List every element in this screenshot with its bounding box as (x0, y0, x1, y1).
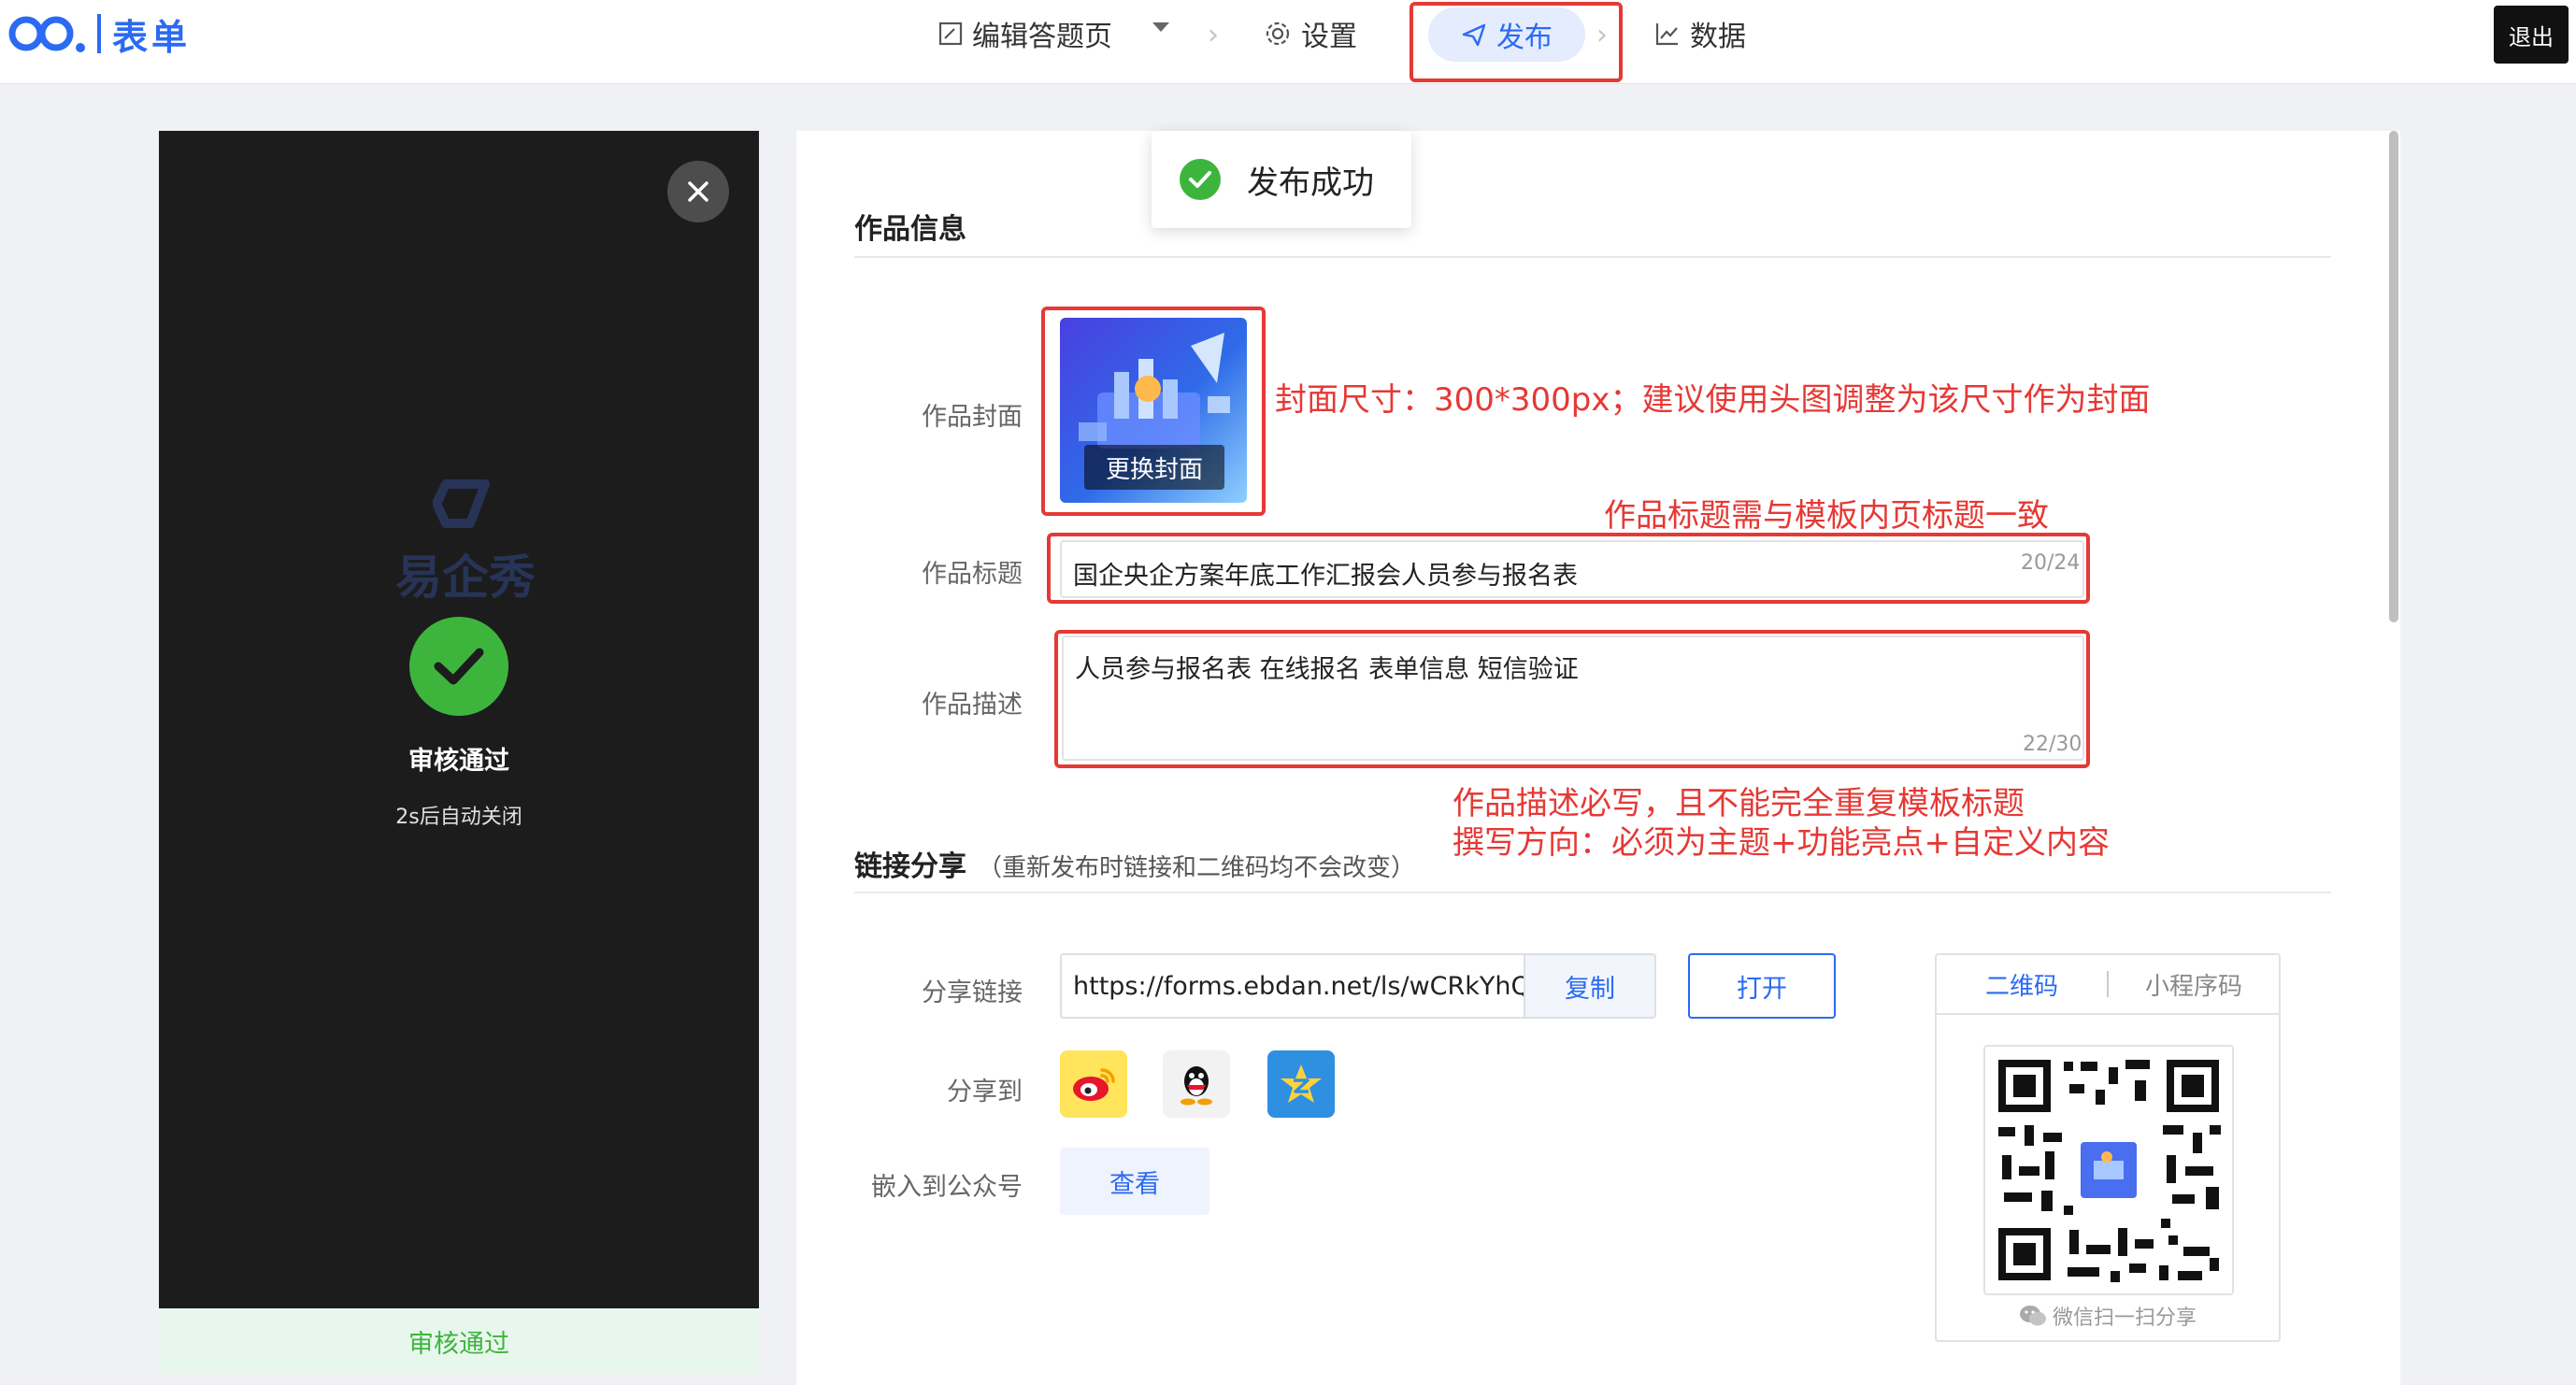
work-title-value: 国企央企方案年底工作汇报会人员参与报名表 (1073, 562, 1578, 591)
section-divider (854, 892, 2331, 893)
check-circle-icon (1180, 159, 1221, 200)
cover-image[interactable]: 更换封面 (1060, 318, 1247, 503)
top-header: 表单 编辑答题页 › 设置 发布 › 数据 退出 (0, 0, 2576, 84)
work-description-input[interactable]: 人员参与报名表 在线报名 表单信息 短信验证 (1062, 635, 2084, 761)
nav-data-label: 数据 (1690, 21, 1746, 53)
qr-caption-text: 微信扫一扫分享 (2052, 1306, 2197, 1330)
watermark-text: 易企秀 (395, 550, 536, 605)
nav-settings[interactable]: 设置 (1264, 7, 1357, 60)
qzone-icon[interactable] (1267, 1050, 1335, 1118)
auto-close-countdown: 2s后自动关闭 (395, 806, 522, 829)
phone-preview: 易企秀 审核通过 2s后自动关闭 (159, 131, 759, 1308)
send-icon (1462, 23, 1486, 47)
edit-icon (938, 21, 963, 46)
close-icon[interactable] (667, 161, 729, 222)
work-description-value: 人员参与报名表 在线报名 表单信息 短信验证 (1075, 655, 1579, 684)
audit-status-bar: 审核通过 (159, 1308, 759, 1374)
wechat-icon (2019, 1306, 2046, 1326)
chevron-right-icon: › (1208, 19, 1219, 51)
gear-icon (1266, 21, 1290, 46)
title-char-counter: 20/24 (2021, 551, 2081, 575)
watermark: 易企秀 (391, 477, 540, 607)
nav-data[interactable]: 数据 (1654, 7, 1746, 60)
qr-tabs: 二维码 小程序码 (1937, 955, 2279, 1015)
audit-status-title: 审核通过 (408, 747, 509, 776)
watermark-logo-icon (433, 479, 490, 528)
cover-size-annotation: 封面尺寸：300*300px；建议使用头图调整为该尺寸作为封面 (1275, 381, 2151, 419)
nav-edit-label: 编辑答题页 (972, 21, 1112, 53)
chevron-down-icon[interactable] (1152, 22, 1169, 32)
qr-code-image (1983, 1045, 2234, 1295)
description-label: 作品描述 (922, 691, 1023, 720)
nav-settings-label: 设置 (1301, 21, 1357, 53)
description-char-counter: 22/30 (2023, 733, 2082, 756)
weibo-icon[interactable] (1060, 1050, 1127, 1118)
tab-qr-code[interactable]: 二维码 (1937, 967, 2107, 1002)
logo-text: 表单 (112, 16, 192, 58)
share-to-label: 分享到 (947, 1078, 1023, 1107)
qr-code-panel: 二维码 小程序码 微信扫一扫分享 (1935, 953, 2281, 1342)
description-annotation-2: 撰写方向：必须为主题+功能亮点+自定义内容 (1453, 824, 2110, 862)
copy-link-button[interactable]: 复制 (1524, 953, 1656, 1019)
nav-publish[interactable]: 发布 (1428, 7, 1585, 62)
title-annotation: 作品标题需与模板内页标题一致 (1604, 497, 2049, 535)
cover-label: 作品封面 (922, 403, 1023, 432)
link-share-title: 链接分享 (854, 850, 966, 883)
share-link-value: https://forms.ebdan.net/ls/wCRkYhQl (1073, 971, 1524, 1001)
qr-code-icon (1998, 1060, 2221, 1282)
share-link-input[interactable]: https://forms.ebdan.net/ls/wCRkYhQl (1060, 953, 1524, 1019)
nav-edit-page[interactable]: 编辑答题页 (938, 7, 1112, 60)
open-link-button[interactable]: 打开 (1688, 953, 1836, 1019)
tab-mini-program-code[interactable]: 小程序码 (2109, 967, 2279, 1002)
exit-button[interactable]: 退出 (2494, 6, 2569, 64)
qq-icon[interactable] (1163, 1050, 1230, 1118)
logo-divider (97, 14, 101, 53)
nav-publish-label: 发布 (1496, 21, 1553, 54)
link-share-note: （重新发布时链接和二维码均不会改变） (978, 854, 1416, 882)
success-toast: 发布成功 (1152, 131, 1411, 228)
section-title-link-share: 链接分享 （重新发布时链接和二维码均不会改变） (854, 843, 1415, 884)
chart-line-icon (1655, 23, 1678, 46)
app-logo[interactable]: 表单 (7, 7, 191, 60)
work-title-input[interactable]: 国企央企方案年底工作汇报会人员参与报名表 (1060, 540, 2084, 598)
chevron-right-icon: › (1596, 19, 1608, 51)
check-circle-icon (409, 617, 508, 716)
view-embed-button[interactable]: 查看 (1060, 1148, 1209, 1215)
title-label: 作品标题 (922, 560, 1023, 589)
share-link-label: 分享链接 (922, 978, 1023, 1007)
section-divider (854, 256, 2331, 258)
embed-label: 嵌入到公众号 (871, 1173, 1023, 1202)
scrollbar[interactable] (2389, 131, 2398, 622)
section-title-work-info: 作品信息 (854, 213, 966, 246)
toast-text: 发布成功 (1247, 164, 1374, 202)
qr-caption: 微信扫一扫分享 (1937, 1301, 2279, 1331)
change-cover-button[interactable]: 更换封面 (1084, 445, 1224, 490)
logo-icon (8, 16, 85, 52)
